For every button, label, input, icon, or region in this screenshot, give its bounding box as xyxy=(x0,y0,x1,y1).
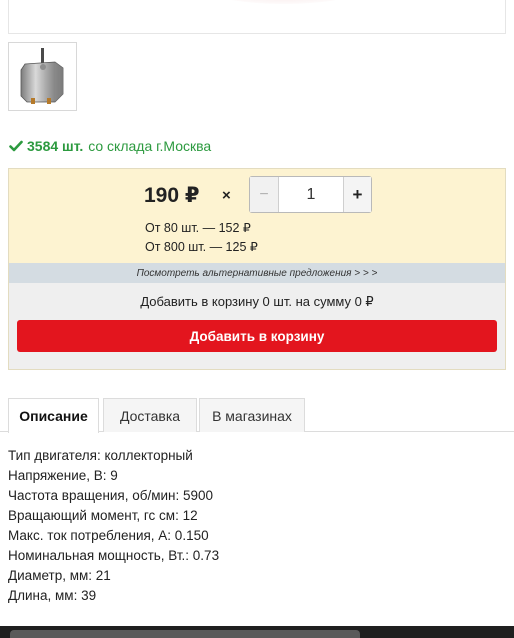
product-thumbnail[interactable] xyxy=(8,42,77,111)
multiply-sign: × xyxy=(222,187,231,204)
add-to-cart-button[interactable]: Добавить в корзину xyxy=(17,320,497,352)
spec-item: Напряжение, В: 9 xyxy=(8,468,118,483)
bottom-navigation-bar xyxy=(0,626,514,638)
spec-item: Длина, мм: 39 xyxy=(8,588,97,603)
spec-item: Вращающий момент, гс см: 12 xyxy=(8,508,198,523)
increase-quantity-button[interactable]: + xyxy=(343,177,371,212)
spec-list: Тип двигателя: коллекторный Напряжение, … xyxy=(8,446,219,606)
spec-item: Частота вращения, об/мин: 5900 xyxy=(8,488,214,503)
tab-delivery[interactable]: Доставка xyxy=(103,398,197,432)
motor-thumbnail-icon xyxy=(20,47,63,104)
decrease-quantity-button[interactable]: − xyxy=(250,177,279,212)
spec-item: Макс. ток потребления, А: 0.150 xyxy=(8,528,209,543)
product-price: 190 ₽ xyxy=(144,184,200,207)
buy-box: 190 ₽ × − 1 + От 80 шт. — 152 ₽ От 800 ш… xyxy=(8,168,506,370)
cart-summary: Добавить в корзину 0 шт. на сумму 0 ₽ xyxy=(140,294,374,309)
spec-item: Тип двигателя: коллекторный xyxy=(8,448,193,463)
bottom-bar-handle[interactable] xyxy=(10,630,360,638)
price-tier: От 80 шт. — 152 ₽ xyxy=(145,221,251,235)
stock-count: 3584 шт. xyxy=(27,138,84,154)
stock-info: 3584 шт. со склада г.Москва xyxy=(9,137,211,155)
tab-stores[interactable]: В магазинах xyxy=(199,398,305,432)
quantity-input[interactable]: 1 xyxy=(279,177,343,212)
alternatives-link[interactable]: Посмотреть альтернативные предложения > … xyxy=(9,263,505,283)
product-tabs: Описание Доставка В магазинах xyxy=(0,398,514,433)
main-product-image[interactable] xyxy=(8,0,506,34)
spec-item: Номинальная мощность, Вт.: 0.73 xyxy=(8,548,220,563)
quantity-stepper: − 1 + xyxy=(249,176,372,213)
tab-description[interactable]: Описание xyxy=(8,398,99,433)
check-icon xyxy=(9,140,23,152)
cart-area: Добавить в корзину 0 шт. на сумму 0 ₽ До… xyxy=(9,283,505,369)
stock-location: со склада г.Москва xyxy=(88,138,212,154)
spec-item: Диаметр, мм: 21 xyxy=(8,568,111,583)
main-image-blur xyxy=(199,0,369,4)
price-tier: От 800 шт. — 125 ₽ xyxy=(145,240,258,254)
